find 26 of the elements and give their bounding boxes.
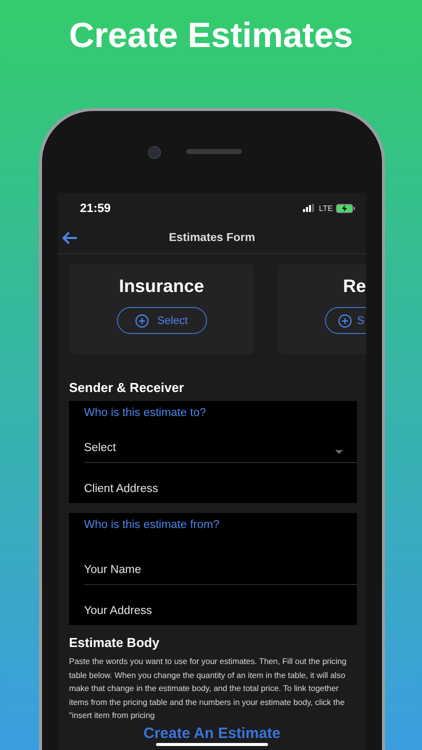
back-icon[interactable] bbox=[62, 231, 78, 245]
select-button[interactable]: S bbox=[325, 307, 366, 334]
group-label: Who is this estimate from? bbox=[84, 519, 220, 533]
camera-icon bbox=[148, 146, 161, 159]
headline: Create Estimates bbox=[68, 15, 354, 57]
caret-icon bbox=[335, 450, 343, 454]
battery-icon bbox=[336, 204, 356, 212]
body-paragraph: Paste the words you want to use for your estimates. Then, Fill out the pricing table below. When you change the quantity of an item in the table, it will also make that change in the estimate body, and the total price. To link together items from the pricing table and the numbers in your estimate body, click the "insert item from pricing bbox=[69, 656, 348, 722]
status-time: 21:59 bbox=[80, 201, 111, 215]
card-title: Re bbox=[343, 276, 366, 297]
group-label: Who is this estimate to? bbox=[84, 407, 208, 421]
signal-icon bbox=[302, 204, 316, 212]
plus-circle-icon bbox=[338, 314, 352, 328]
network-label: LTE bbox=[318, 204, 333, 212]
section-title: Sender & Receiver bbox=[68, 380, 185, 395]
section-title: Estimate Body bbox=[68, 635, 160, 650]
input-field[interactable]: Your Name bbox=[84, 545, 357, 585]
select-button[interactable]: Select bbox=[116, 307, 206, 334]
card-title: Insurance bbox=[118, 276, 204, 297]
input-field[interactable]: Your Address bbox=[84, 585, 357, 625]
create-estimate-button[interactable]: Create An Estimate bbox=[144, 724, 280, 742]
plus-circle-icon bbox=[135, 314, 150, 328]
dropdown-field[interactable]: Select bbox=[84, 427, 357, 463]
speaker-icon bbox=[186, 149, 242, 154]
nav-title: Estimates Form bbox=[168, 232, 256, 244]
input-field[interactable]: Client Address bbox=[84, 463, 357, 503]
